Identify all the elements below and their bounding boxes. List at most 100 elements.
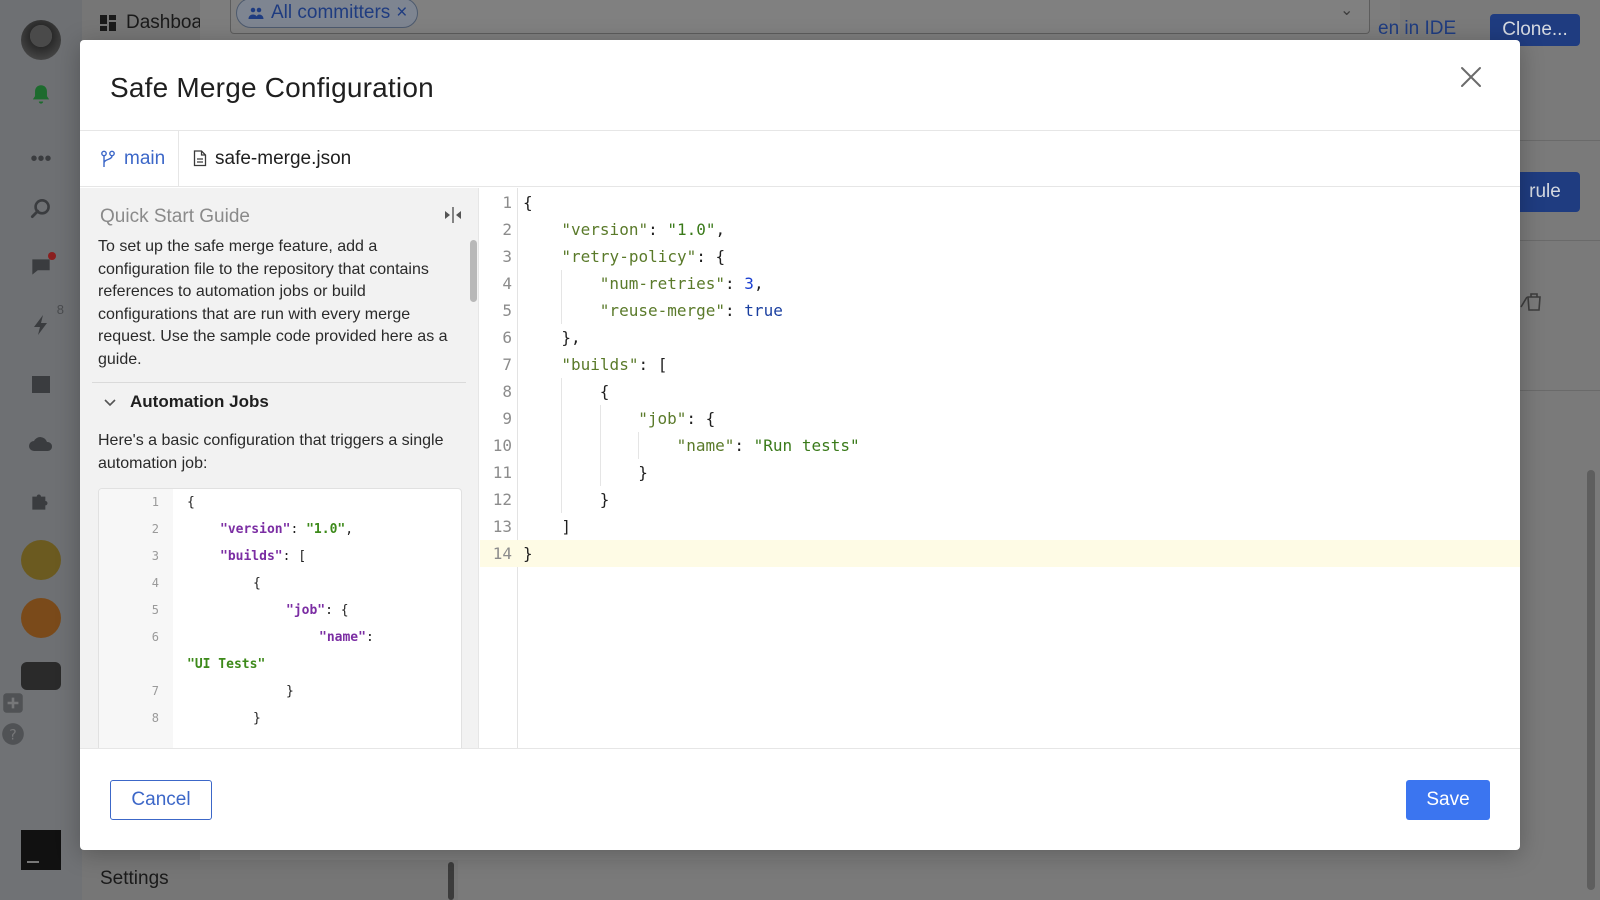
notifications-bell-icon[interactable] bbox=[24, 78, 58, 112]
save-button[interactable]: Save bbox=[1406, 780, 1490, 820]
guide-scrollbar[interactable] bbox=[470, 240, 477, 302]
line-text: "UI Tests" bbox=[187, 651, 265, 678]
line-text: "num-retries": 3, bbox=[600, 270, 764, 297]
code-line[interactable]: 7 "builds": [ bbox=[480, 351, 1520, 378]
code-token: "builds" bbox=[561, 355, 639, 374]
nav-scrollbar[interactable] bbox=[448, 862, 454, 900]
code-line[interactable]: 14} bbox=[480, 540, 1520, 567]
code-line[interactable]: 6 "name": bbox=[99, 624, 461, 651]
dialog-body: Quick Start Guide To set up the safe mer… bbox=[80, 188, 1520, 748]
code-line[interactable]: 9 "job": { bbox=[480, 405, 1520, 432]
code-token: : bbox=[725, 301, 745, 320]
line-text: "retry-policy": { bbox=[561, 243, 725, 270]
committer-chip-label: All committers bbox=[271, 2, 391, 23]
section-title: Automation Jobs bbox=[130, 392, 269, 411]
automation-jobs-toggle[interactable]: Automation Jobs bbox=[102, 392, 269, 412]
code-token: { bbox=[523, 193, 533, 212]
code-token: "1.0" bbox=[667, 220, 716, 239]
code-token: : { bbox=[696, 247, 726, 266]
code-token: "UI Tests" bbox=[187, 657, 266, 672]
chip-remove-icon[interactable]: × bbox=[396, 2, 407, 24]
edit-icon[interactable] bbox=[1520, 296, 1528, 308]
line-number: 8 bbox=[151, 711, 159, 725]
main-scrollbar[interactable] bbox=[1587, 470, 1595, 890]
code-token: "name" bbox=[676, 436, 735, 455]
code-line[interactable]: 7} bbox=[99, 678, 461, 705]
line-text: "name": bbox=[319, 624, 374, 651]
code-line[interactable]: "UI Tests" bbox=[99, 651, 461, 678]
code-line[interactable]: 2 "version": "1.0", bbox=[99, 516, 461, 543]
chat-icon[interactable] bbox=[24, 250, 58, 284]
code-line[interactable]: 13] bbox=[480, 513, 1520, 540]
code-line[interactable]: 1{ bbox=[480, 189, 1520, 216]
line-text: "builds": [ bbox=[561, 351, 667, 378]
code-line[interactable]: 4 "num-retries": 3, bbox=[480, 270, 1520, 297]
line-text: { bbox=[187, 489, 195, 516]
code-token: ] bbox=[561, 517, 572, 536]
collapse-panel-icon[interactable] bbox=[442, 204, 464, 226]
code-line[interactable]: 8} bbox=[99, 705, 461, 732]
open-in-ide-link[interactable]: en in IDE bbox=[1378, 18, 1456, 40]
code-token: "Run tests" bbox=[753, 436, 860, 455]
indent-guide bbox=[561, 486, 563, 513]
line-number: 13 bbox=[492, 517, 512, 536]
app-launcher-2[interactable] bbox=[21, 598, 61, 638]
file-icon bbox=[193, 150, 207, 167]
code-line[interactable]: 3 "builds": [ bbox=[99, 543, 461, 570]
code-token: { bbox=[253, 576, 261, 591]
chevron-down-icon bbox=[104, 399, 116, 407]
indent-guide bbox=[599, 405, 601, 432]
help-icon[interactable]: ? bbox=[0, 721, 82, 752]
nav-dashboard-item[interactable]: Dashboa bbox=[100, 12, 202, 34]
code-line[interactable]: 10 "name": "Run tests" bbox=[480, 432, 1520, 459]
terminal-icon[interactable] bbox=[21, 830, 61, 870]
line-number: 1 bbox=[151, 495, 159, 509]
close-button[interactable] bbox=[1456, 62, 1486, 92]
line-text: { bbox=[600, 378, 610, 405]
code-token: "retry-policy" bbox=[561, 247, 697, 266]
code-token: "version" bbox=[561, 220, 649, 239]
code-line[interactable]: 12} bbox=[480, 486, 1520, 513]
user-avatar[interactable] bbox=[21, 20, 61, 60]
cloud-icon[interactable] bbox=[24, 426, 58, 460]
nav-settings-item[interactable]: Settings bbox=[100, 868, 169, 890]
more-icon[interactable]: ••• bbox=[24, 142, 58, 176]
code-line[interactable]: 5 "job": { bbox=[99, 597, 461, 624]
puzzle-icon[interactable] bbox=[24, 484, 58, 518]
code-token: "name" bbox=[319, 630, 366, 645]
line-number: 3 bbox=[151, 549, 159, 563]
committer-chip[interactable]: All committers × bbox=[236, 0, 419, 28]
code-line[interactable]: 4{ bbox=[99, 570, 461, 597]
line-text: { bbox=[253, 570, 261, 597]
file-tab[interactable]: safe-merge.json bbox=[179, 131, 351, 186]
code-line[interactable]: 6}, bbox=[480, 324, 1520, 351]
code-editor[interactable]: 1{2 "version": "1.0", 3 "retry-policy": {4 "… bbox=[480, 188, 1520, 748]
line-number: 12 bbox=[492, 490, 512, 509]
sample-code-block[interactable]: 1{2 "version": "1.0", 3 "builds": [4{5 "job"… bbox=[98, 488, 462, 748]
code-token: } bbox=[523, 544, 533, 563]
app-launcher-3[interactable] bbox=[21, 662, 61, 690]
code-token: , bbox=[715, 220, 726, 239]
branch-selector[interactable]: main bbox=[80, 131, 179, 186]
code-token: : bbox=[290, 522, 307, 537]
code-line[interactable]: 5 "reuse-merge": true bbox=[480, 297, 1520, 324]
quick-start-guide: Quick Start Guide To set up the safe mer… bbox=[80, 188, 479, 748]
line-number: 6 bbox=[151, 630, 159, 644]
code-line[interactable]: 2 "version": "1.0", bbox=[480, 216, 1520, 243]
branch-icon bbox=[101, 150, 115, 167]
code-line[interactable]: 3 "retry-policy": { bbox=[480, 243, 1520, 270]
filter-chevron-down-icon[interactable]: ⌄ bbox=[1340, 0, 1353, 20]
search-icon[interactable] bbox=[24, 192, 58, 226]
close-icon bbox=[1461, 67, 1481, 87]
calendar-icon[interactable] bbox=[24, 368, 58, 402]
code-line[interactable]: 11} bbox=[480, 459, 1520, 486]
cancel-button[interactable]: Cancel bbox=[110, 780, 212, 820]
code-line[interactable]: 1{ bbox=[99, 489, 461, 516]
app-launcher-1[interactable] bbox=[21, 540, 61, 580]
code-line[interactable]: 8{ bbox=[480, 378, 1520, 405]
add-icon[interactable] bbox=[0, 690, 82, 721]
line-text: "name": "Run tests" bbox=[677, 432, 860, 459]
lightning-icon[interactable]: 8 bbox=[24, 302, 64, 342]
code-token: true bbox=[744, 301, 783, 320]
line-number: 5 bbox=[151, 603, 159, 617]
